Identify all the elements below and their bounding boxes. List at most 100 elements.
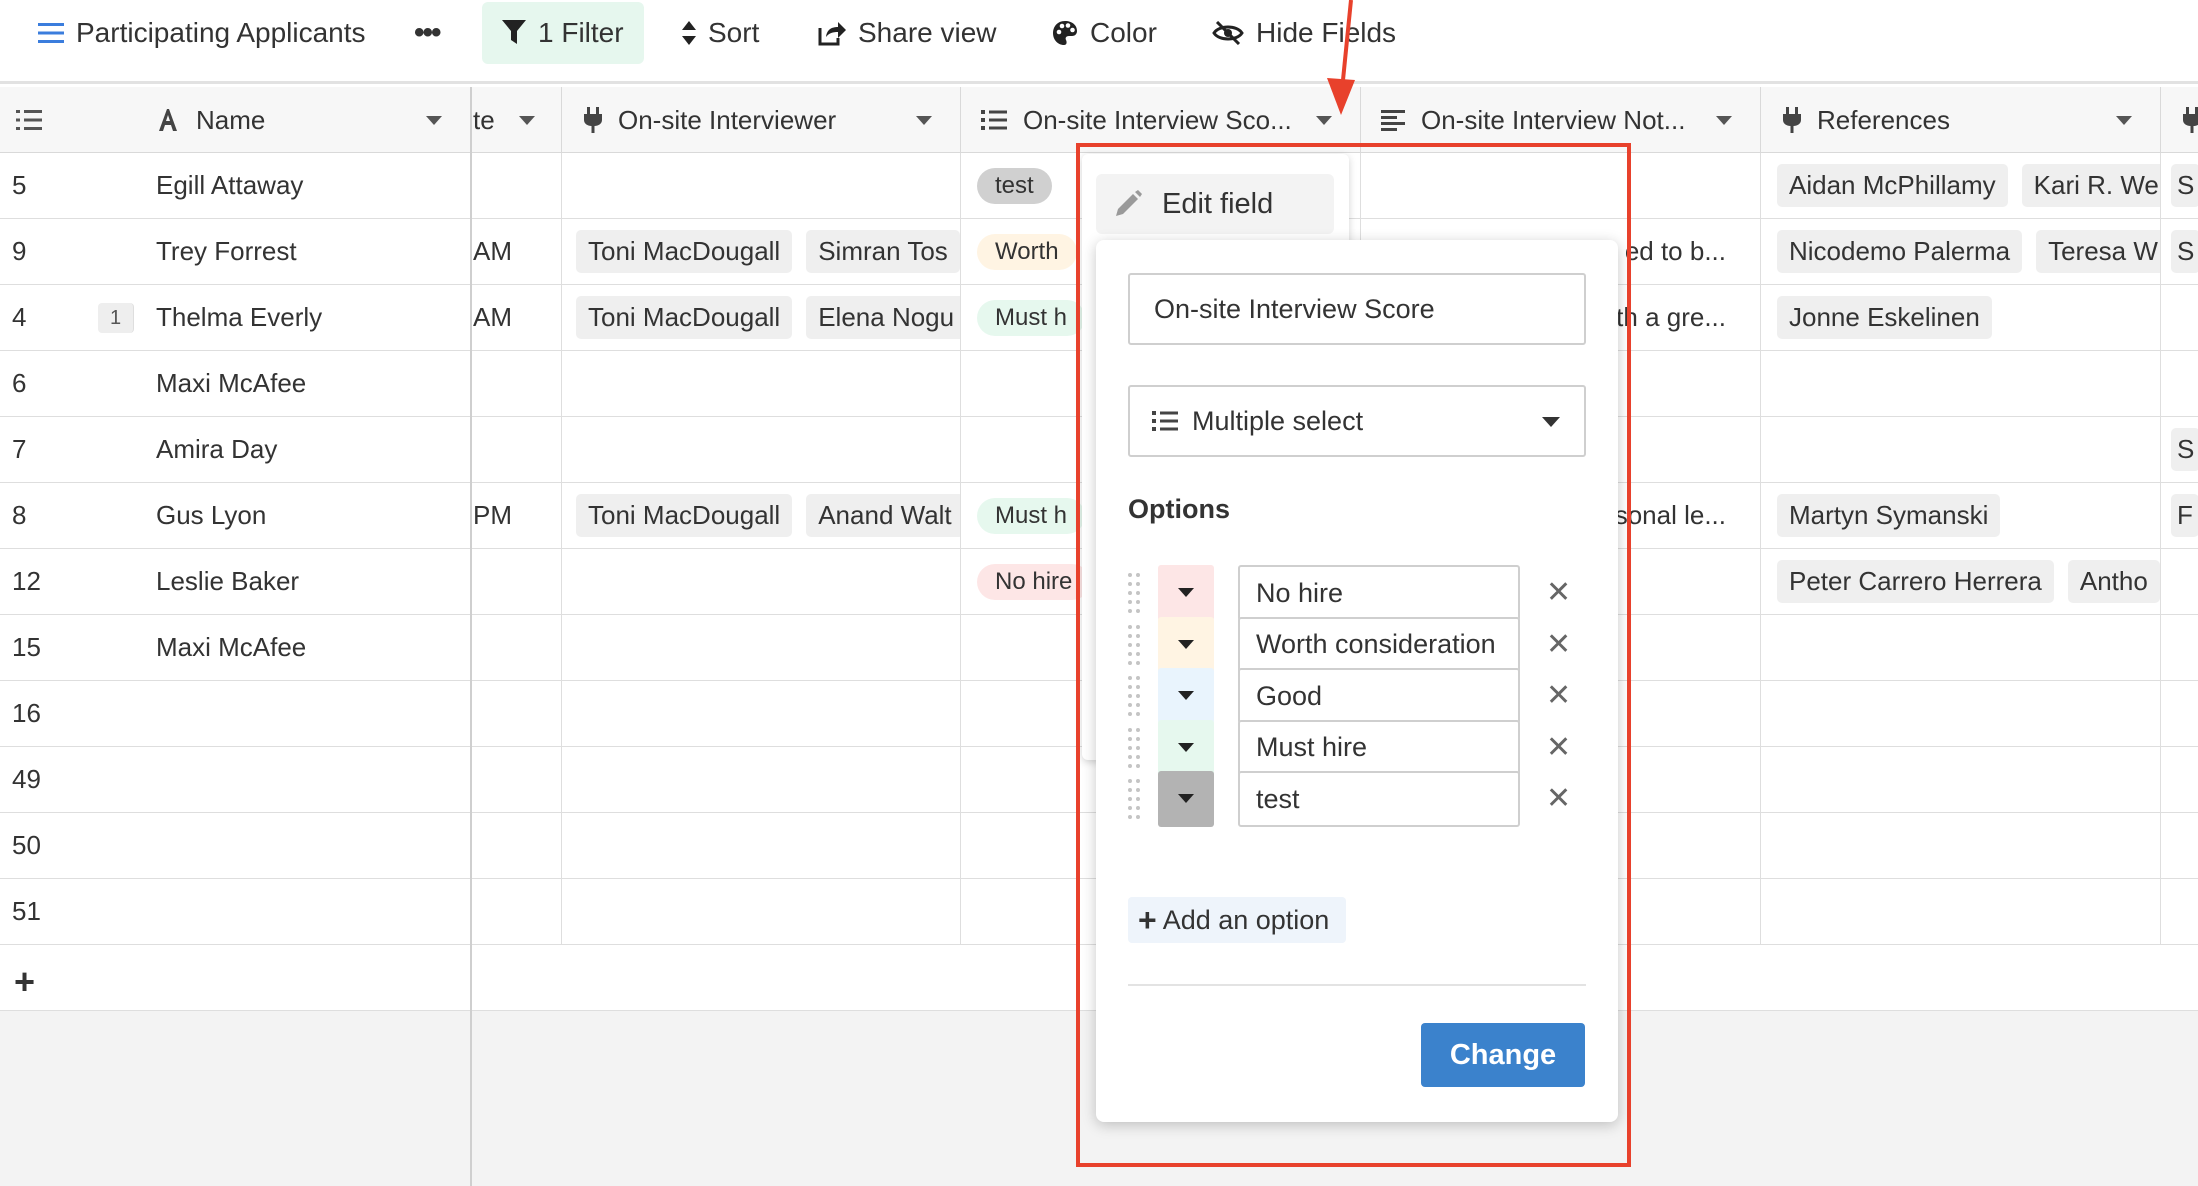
- linked-record-chip[interactable]: Teresa W: [2036, 230, 2160, 273]
- date-cell[interactable]: [473, 813, 562, 878]
- references-cell[interactable]: [1761, 417, 2161, 482]
- interviewer-cell[interactable]: [562, 681, 961, 746]
- date-cell[interactable]: [473, 681, 562, 746]
- references-cell[interactable]: Martyn Symanski: [1761, 483, 2161, 548]
- name-cell[interactable]: Maxi McAfee: [138, 615, 472, 680]
- sort-button[interactable]: Sort: [682, 0, 759, 66]
- linked-record-chip[interactable]: Peter Carrero Herrera: [1777, 560, 2054, 603]
- linked-record-chip[interactable]: Anand Walt: [806, 494, 960, 537]
- references-cell[interactable]: [1761, 879, 2161, 944]
- comment-count-badge[interactable]: 1: [98, 303, 134, 333]
- references-cell[interactable]: Jonne Eskelinen: [1761, 285, 2161, 350]
- row-number-header[interactable]: [0, 87, 138, 153]
- interviewer-cell[interactable]: Toni MacDougall Anand Walt: [562, 483, 961, 548]
- next-column-cell[interactable]: [2161, 549, 2198, 614]
- date-cell[interactable]: PM: [473, 483, 562, 548]
- linked-record-chip[interactable]: Jonne Eskelinen: [1777, 296, 1992, 339]
- next-column-cell[interactable]: [2161, 879, 2198, 944]
- next-column-cell[interactable]: [2161, 351, 2198, 416]
- next-column-cell[interactable]: [2161, 681, 2198, 746]
- name-cell[interactable]: [138, 747, 472, 812]
- linked-record-chip[interactable]: Nicodemo Palerma: [1777, 230, 2023, 273]
- name-cell[interactable]: [138, 879, 472, 944]
- interviewer-cell[interactable]: Toni MacDougall Elena Nogu: [562, 285, 961, 350]
- column-menu-caret[interactable]: [519, 116, 535, 125]
- name-cell[interactable]: Amira Day: [138, 417, 472, 482]
- next-column-cell[interactable]: S: [2161, 219, 2198, 284]
- view-switcher[interactable]: Participating Applicants: [38, 0, 366, 66]
- name-cell[interactable]: [138, 681, 472, 746]
- next-column-cell[interactable]: F: [2161, 483, 2198, 548]
- linked-record-chip[interactable]: S: [2171, 428, 2198, 471]
- linked-record-chip[interactable]: S: [2171, 164, 2198, 207]
- name-cell[interactable]: Thelma Everly: [138, 285, 472, 350]
- more-options-button[interactable]: •••: [414, 0, 441, 66]
- column-menu-caret[interactable]: [916, 116, 932, 125]
- date-cell[interactable]: AM: [473, 219, 562, 284]
- filter-button[interactable]: 1 Filter: [482, 2, 644, 64]
- date-cell[interactable]: [473, 879, 562, 944]
- date-cell[interactable]: [473, 747, 562, 812]
- next-column-cell[interactable]: [2161, 615, 2198, 680]
- interviewer-cell[interactable]: [562, 351, 961, 416]
- linked-record-chip[interactable]: F: [2171, 494, 2198, 537]
- row-number: 49: [12, 764, 41, 794]
- column-header-name[interactable]: Name: [138, 87, 472, 153]
- share-view-button[interactable]: Share view: [818, 0, 997, 66]
- references-cell[interactable]: Peter Carrero Herrera Antho: [1761, 549, 2161, 614]
- interviewer-cell[interactable]: [562, 879, 961, 944]
- add-row-button[interactable]: +: [0, 945, 472, 1011]
- references-cell[interactable]: [1761, 681, 2161, 746]
- interviewer-cell[interactable]: [562, 549, 961, 614]
- date-cell[interactable]: AM: [473, 285, 562, 350]
- interviewer-cell[interactable]: [562, 615, 961, 680]
- linked-record-chip[interactable]: Toni MacDougall: [576, 296, 793, 339]
- linked-record-chip[interactable]: S: [2171, 230, 2198, 273]
- next-column-cell[interactable]: [2161, 285, 2198, 350]
- linked-record-chip[interactable]: Simran Tos: [806, 230, 960, 273]
- linked-record-chip[interactable]: Kari R. We: [2021, 164, 2160, 207]
- frozen-column-divider[interactable]: [470, 87, 472, 1186]
- date-cell[interactable]: [473, 417, 562, 482]
- linked-record-chip[interactable]: Toni MacDougall: [576, 230, 793, 273]
- linked-record-chip[interactable]: Antho: [2067, 560, 2160, 603]
- name-cell[interactable]: [138, 813, 472, 878]
- references-cell[interactable]: Aidan McPhillamy Kari R. We: [1761, 153, 2161, 218]
- column-header-date[interactable]: te: [473, 87, 562, 153]
- date-cell[interactable]: [473, 351, 562, 416]
- name-cell[interactable]: Trey Forrest: [138, 219, 472, 284]
- next-column-cell[interactable]: [2161, 813, 2198, 878]
- linked-record-chip[interactable]: Toni MacDougall: [576, 494, 793, 537]
- interviewer-cell[interactable]: Toni MacDougall Simran Tos: [562, 219, 961, 284]
- next-column-cell[interactable]: [2161, 747, 2198, 812]
- color-button[interactable]: Color: [1052, 0, 1157, 66]
- interviewer-cell[interactable]: [562, 153, 961, 218]
- linked-record-chip[interactable]: Aidan McPhillamy: [1777, 164, 2008, 207]
- column-header-interviewer[interactable]: On-site Interviewer: [562, 87, 961, 153]
- column-menu-caret[interactable]: [1316, 116, 1332, 125]
- column-menu-caret[interactable]: [1716, 116, 1732, 125]
- linked-record-chip[interactable]: Elena Nogu: [806, 296, 960, 339]
- references-cell[interactable]: [1761, 813, 2161, 878]
- column-menu-caret[interactable]: [426, 116, 442, 125]
- date-cell[interactable]: [473, 549, 562, 614]
- references-cell[interactable]: [1761, 747, 2161, 812]
- date-cell[interactable]: [473, 153, 562, 218]
- name-cell[interactable]: Egill Attaway: [138, 153, 472, 218]
- references-cell[interactable]: Nicodemo Palerma Teresa W: [1761, 219, 2161, 284]
- interviewer-cell[interactable]: [562, 813, 961, 878]
- name-cell[interactable]: Leslie Baker: [138, 549, 472, 614]
- date-cell[interactable]: [473, 615, 562, 680]
- name-cell[interactable]: Gus Lyon: [138, 483, 472, 548]
- interviewer-cell[interactable]: [562, 417, 961, 482]
- interviewer-cell[interactable]: [562, 747, 961, 812]
- linked-record-chip[interactable]: Martyn Symanski: [1777, 494, 2001, 537]
- next-column-cell[interactable]: S: [2161, 417, 2198, 482]
- column-menu-caret[interactable]: [2116, 116, 2132, 125]
- column-header-next[interactable]: [2161, 87, 2198, 153]
- next-column-cell[interactable]: S: [2161, 153, 2198, 218]
- column-header-references[interactable]: References: [1761, 87, 2161, 153]
- name-cell[interactable]: Maxi McAfee: [138, 351, 472, 416]
- references-cell[interactable]: [1761, 615, 2161, 680]
- references-cell[interactable]: [1761, 351, 2161, 416]
